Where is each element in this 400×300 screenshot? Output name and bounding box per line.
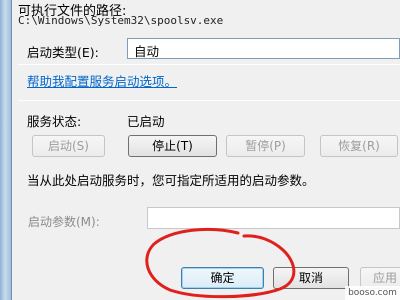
service-status-value: 已启动 [127, 114, 165, 129]
service-status-label: 服务状态: [27, 114, 82, 129]
resume-service-button[interactable]: 恢复(R) [320, 135, 398, 157]
separator [18, 64, 400, 65]
startup-type-select[interactable]: 自动 [127, 38, 400, 59]
startup-type-value: 自动 [134, 44, 160, 59]
stop-service-button[interactable]: 停止(T) [128, 135, 217, 157]
start-params-hint: 当从此处启动服务时，您可指定所适用的启动参数。 [27, 173, 315, 188]
watermark: booso.com [345, 286, 400, 300]
cancel-button[interactable]: 取消 [273, 267, 349, 289]
separator [18, 100, 400, 101]
start-service-button[interactable]: 启动(S) [32, 135, 105, 157]
start-params-label: 启动参数(M): [28, 215, 100, 229]
help-configure-link[interactable]: 帮助我配置服务启动选项。 [27, 71, 177, 90]
pause-service-button[interactable]: 暂停(P) [226, 135, 305, 157]
start-params-input[interactable] [147, 207, 400, 229]
executable-path-value: C:\Windows\System32\spoolsv.exe [18, 14, 224, 27]
window-frame-left [0, 0, 11, 300]
startup-type-label: 启动类型(E): [27, 45, 99, 60]
ok-button[interactable]: 确定 [181, 267, 264, 289]
